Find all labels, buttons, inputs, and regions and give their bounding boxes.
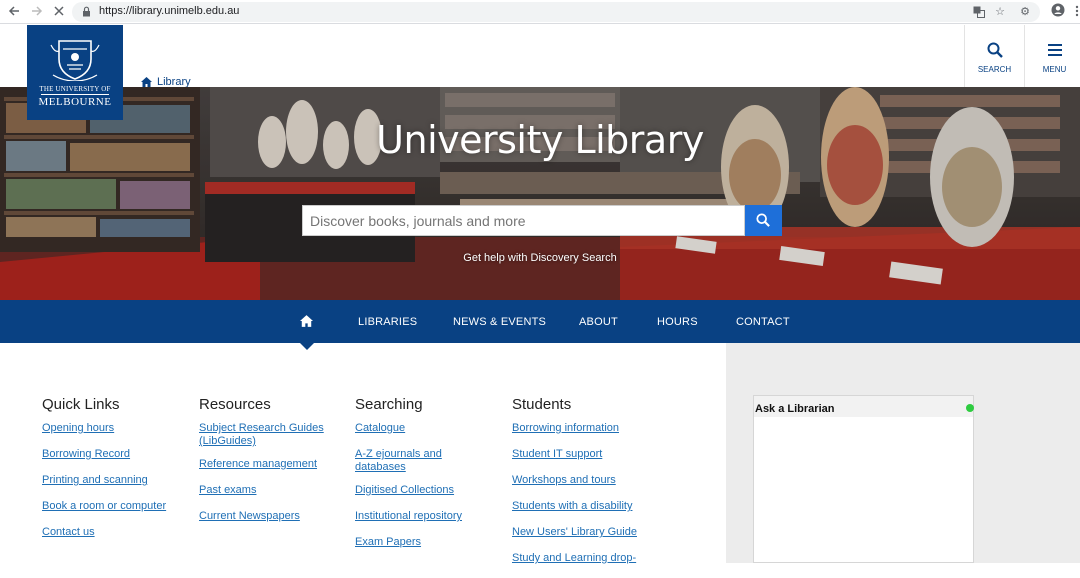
searching-list: Catalogue A-Z ejournals and databases Di… — [355, 422, 470, 562]
link-borrowing-information[interactable]: Borrowing information — [512, 422, 652, 435]
nav-active-pointer — [299, 342, 315, 350]
link-students-disability[interactable]: Students with a disability — [512, 500, 652, 513]
link-printing-scanning[interactable]: Printing and scanning — [42, 474, 192, 487]
extension-icon[interactable]: ⚙ — [1018, 6, 1032, 19]
link-digitised-collections[interactable]: Digitised Collections — [355, 484, 470, 497]
link-workshops-tours[interactable]: Workshops and tours — [512, 474, 652, 487]
discovery-search-input[interactable] — [302, 205, 745, 236]
chat-title: Ask a Librarian — [754, 396, 973, 417]
lock-icon — [83, 6, 90, 17]
site-header: Library — [0, 25, 1080, 88]
link-new-users-guide[interactable]: New Users' Library Guide — [512, 526, 652, 539]
nav-home-icon[interactable] — [300, 315, 313, 327]
link-book-room[interactable]: Book a room or computer — [42, 500, 192, 513]
searching-title: Searching — [355, 396, 423, 413]
link-study-learning[interactable]: Study and Learning drop- — [512, 552, 652, 565]
account-icon[interactable] — [1049, 3, 1067, 21]
logo-line-2: MELBOURNE — [38, 96, 112, 108]
university-logo[interactable]: THE UNIVERSITY OF MELBOURNE — [27, 25, 123, 120]
search-icon — [987, 42, 1003, 58]
link-current-newspapers[interactable]: Current Newspapers — [199, 510, 327, 523]
nav-libraries[interactable]: LIBRARIES — [358, 316, 417, 328]
resources-list: Subject Research Guides (LibGuides) Refe… — [199, 422, 327, 536]
link-past-exams[interactable]: Past exams — [199, 484, 327, 497]
discovery-search-button[interactable] — [745, 205, 782, 236]
forward-icon[interactable] — [28, 3, 46, 21]
browser-toolbar: https://library.unimelb.edu.au ☆ ⚙ — [0, 0, 1080, 24]
crest-icon — [50, 40, 100, 81]
nav-contact[interactable]: CONTACT — [736, 316, 790, 328]
link-contact-us[interactable]: Contact us — [42, 526, 192, 539]
logo-divider — [41, 94, 109, 95]
link-institutional-repository[interactable]: Institutional repository — [355, 510, 470, 523]
link-catalogue[interactable]: Catalogue — [355, 422, 470, 435]
search-icon — [756, 213, 770, 227]
search-toggle-button[interactable]: SEARCH — [964, 25, 1024, 87]
hero-title: University Library — [376, 118, 704, 162]
star-icon[interactable]: ☆ — [993, 6, 1007, 19]
link-reference-management[interactable]: Reference management — [199, 458, 327, 471]
more-icon[interactable] — [1068, 3, 1080, 21]
search-toggle-label: SEARCH — [977, 65, 1012, 74]
url-text: https://library.unimelb.edu.au — [99, 5, 240, 17]
translate-icon[interactable] — [972, 6, 986, 19]
hamburger-icon — [1048, 44, 1062, 56]
online-status-dot — [966, 404, 974, 412]
back-icon[interactable] — [5, 3, 23, 21]
quick-links-title: Quick Links — [42, 396, 120, 413]
menu-label: MENU — [1042, 65, 1067, 74]
students-title: Students — [512, 396, 572, 413]
nav-hours[interactable]: HOURS — [657, 316, 698, 328]
menu-button[interactable]: MENU — [1024, 25, 1080, 87]
discovery-help-text[interactable]: Get help with Discovery Search — [463, 252, 616, 264]
home-icon — [141, 77, 152, 87]
nav-about[interactable]: ABOUT — [579, 316, 618, 328]
students-list: Borrowing information Student IT support… — [512, 422, 652, 578]
stop-icon[interactable] — [50, 3, 68, 21]
address-bar[interactable]: https://library.unimelb.edu.au ☆ ⚙ — [72, 2, 1040, 22]
link-student-it-support[interactable]: Student IT support — [512, 448, 652, 461]
link-az-ejournals[interactable]: A-Z ejournals and databases — [355, 448, 470, 474]
main-nav: LIBRARIES NEWS & EVENTS ABOUT HOURS CONT… — [0, 300, 1080, 343]
link-subject-guides[interactable]: Subject Research Guides (LibGuides) — [199, 422, 327, 448]
link-exam-papers[interactable]: Exam Papers — [355, 536, 470, 549]
resources-title: Resources — [199, 396, 271, 413]
quick-links-list: Opening hours Borrowing Record Printing … — [42, 422, 192, 552]
link-borrowing-record[interactable]: Borrowing Record — [42, 448, 192, 461]
nav-news-events[interactable]: NEWS & EVENTS — [453, 316, 546, 328]
discovery-search — [302, 205, 782, 236]
link-opening-hours[interactable]: Opening hours — [42, 422, 192, 435]
logo-line-1: THE UNIVERSITY OF — [39, 85, 111, 93]
ask-librarian-widget[interactable]: Ask a Librarian — [753, 395, 974, 563]
discovery-help-link[interactable]: Get help with Discovery Search — [0, 252, 1080, 264]
